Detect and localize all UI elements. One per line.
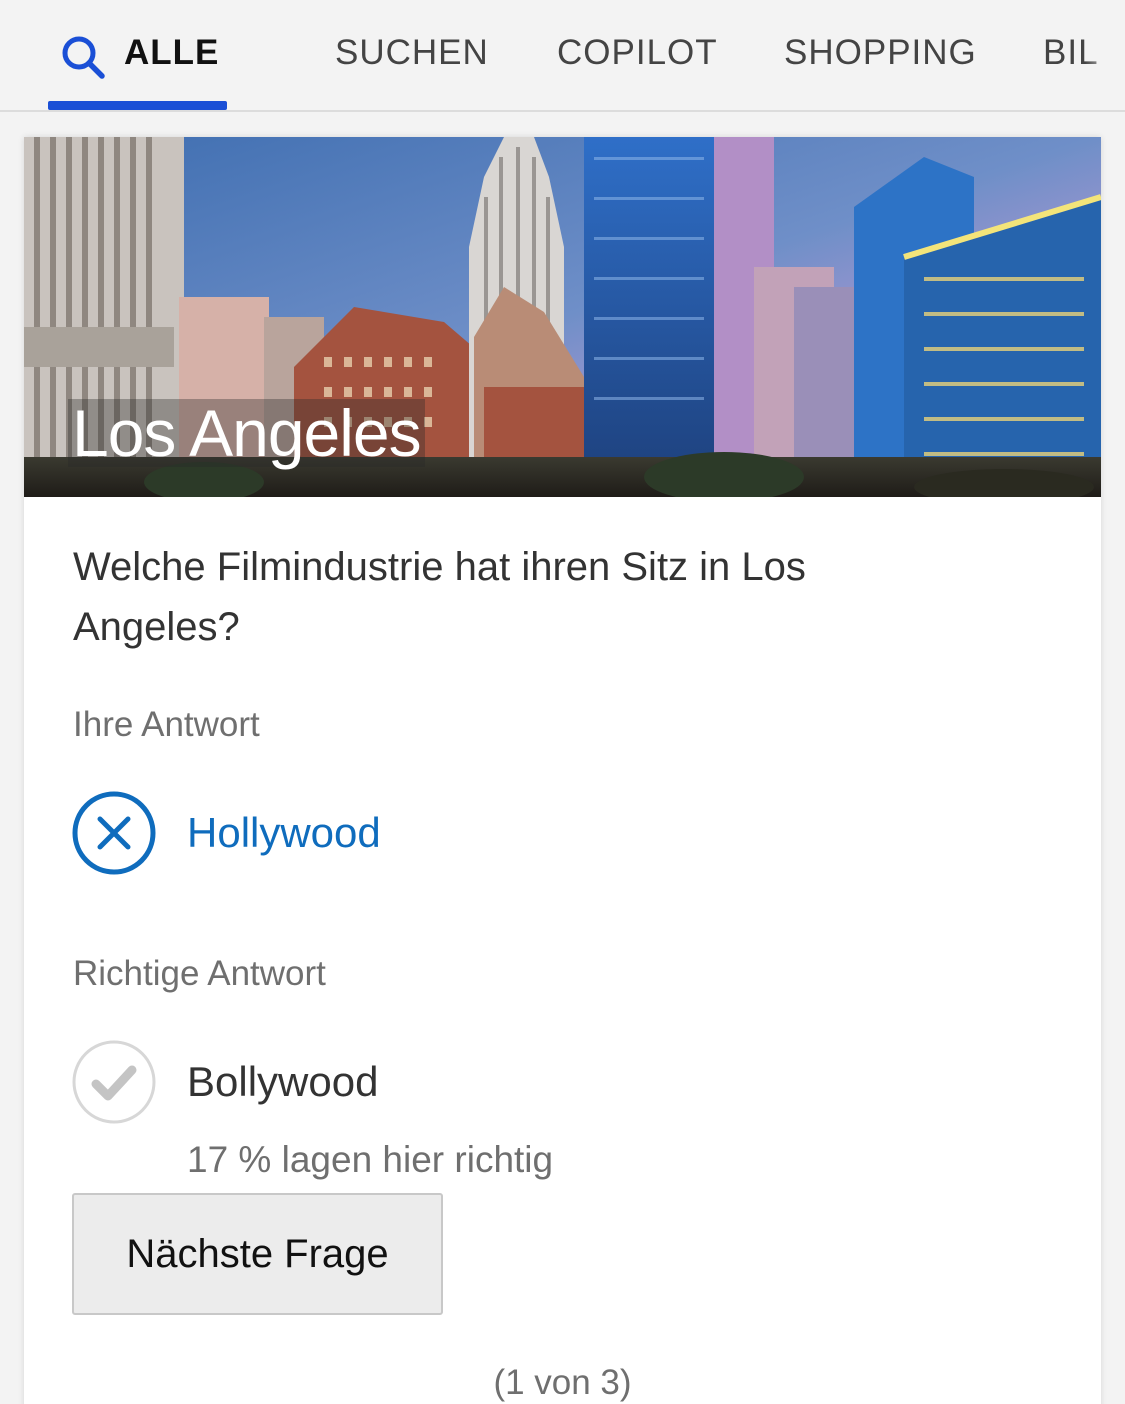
quiz-card: Los Angeles Welche Filmindustrie hat ihr… bbox=[24, 137, 1101, 1404]
your-answer-label: Ihre Antwort bbox=[73, 705, 260, 744]
tab-suchen[interactable]: SUCHEN bbox=[335, 30, 489, 76]
next-question-button[interactable]: Nächste Frage bbox=[72, 1193, 443, 1315]
hero-title: Los Angeles bbox=[68, 399, 425, 467]
correct-answer-row: Bollywood bbox=[72, 1040, 972, 1124]
correct-answer-label: Richtige Antwort bbox=[73, 954, 326, 993]
hero-city-image: Los Angeles bbox=[24, 137, 1101, 497]
your-answer-text: Hollywood bbox=[187, 809, 381, 856]
tab-copilot[interactable]: COPILOT bbox=[557, 30, 718, 76]
search-icon bbox=[62, 36, 105, 79]
check-circle-icon bbox=[72, 1040, 156, 1124]
tab-shopping[interactable]: SHOPPING bbox=[784, 30, 977, 76]
your-answer-row: Hollywood bbox=[72, 791, 972, 875]
active-tab-indicator bbox=[48, 101, 227, 110]
top-tab-bar: ALLE SUCHEN COPILOT SHOPPING BIL bbox=[0, 0, 1125, 112]
quiz-question: Welche Filmindustrie hat ihren Sitz in L… bbox=[73, 545, 806, 649]
tab-alle[interactable]: ALLE bbox=[124, 30, 219, 76]
answer-statistic: 17 % lagen hier richtig bbox=[187, 1139, 554, 1180]
correct-answer-text: Bollywood bbox=[187, 1058, 379, 1105]
wrong-circle-x-icon bbox=[72, 791, 156, 875]
question-pager: (1 von 3) bbox=[493, 1363, 632, 1402]
tab-overflow-fade bbox=[1085, 0, 1125, 110]
